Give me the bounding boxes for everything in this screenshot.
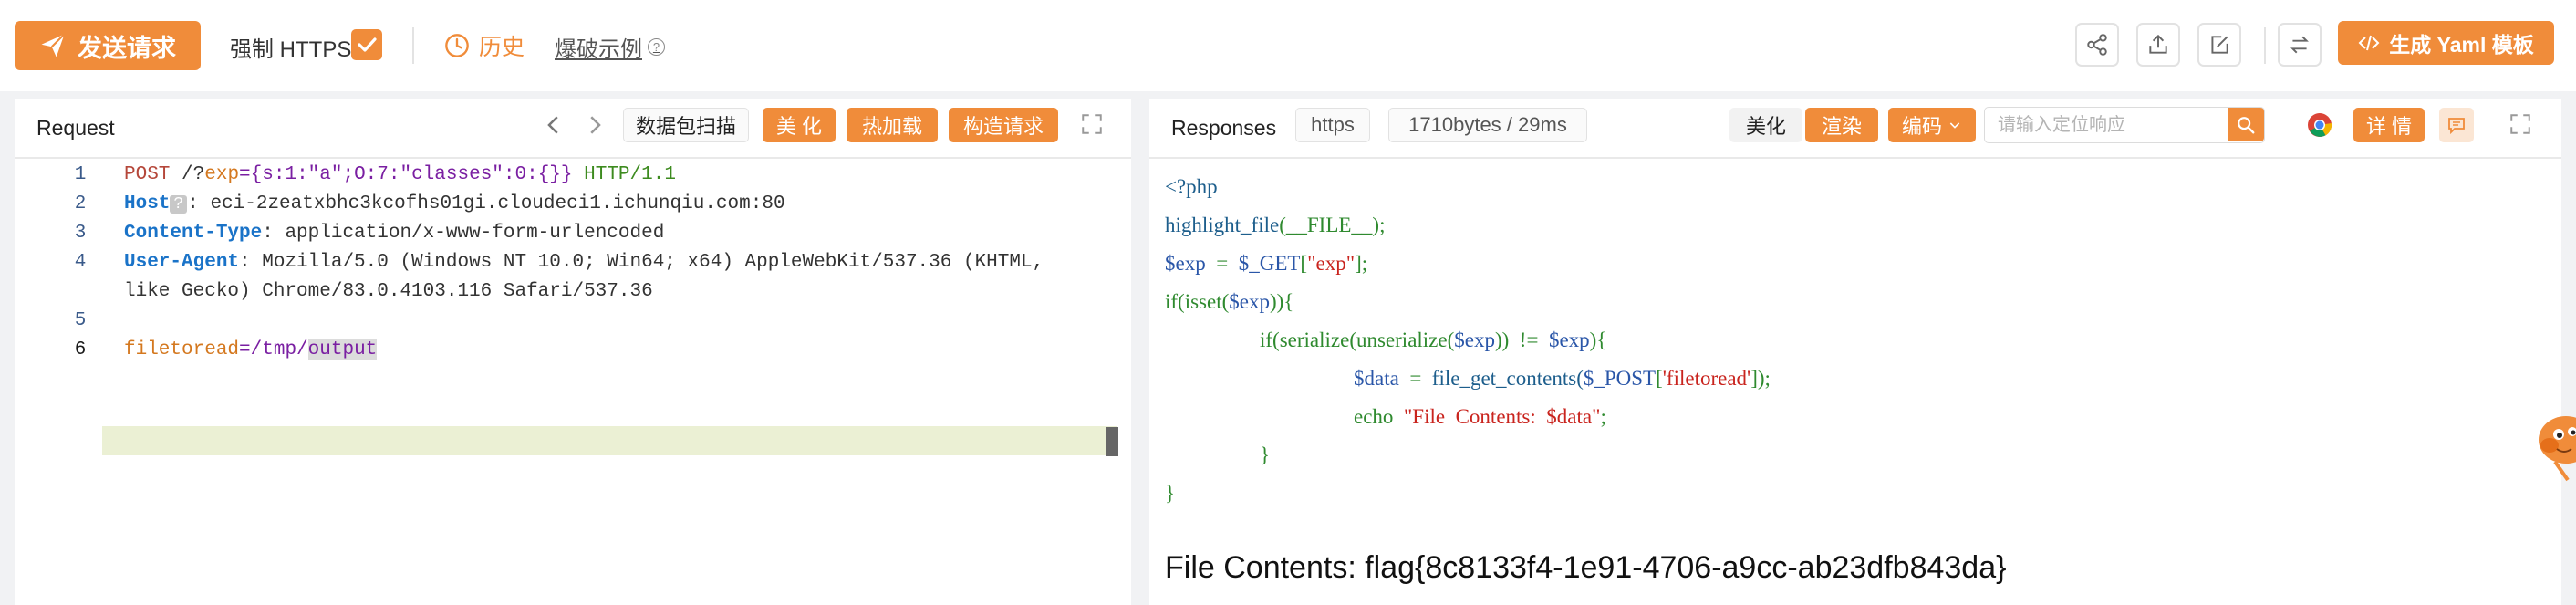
- export-icon: [2149, 34, 2167, 54]
- send-request-button[interactable]: 发送请求: [15, 21, 201, 70]
- render-label: 渲染: [1821, 115, 1862, 138]
- header-line: Content-Type: application/x-www-form-url…: [124, 223, 665, 244]
- request-line: POST /?exp={s:1:"a";O:7:"classes":0:{}} …: [124, 164, 676, 185]
- line-number: 6: [74, 339, 87, 360]
- clock-icon: [445, 34, 469, 57]
- php-line: }: [1165, 482, 1176, 505]
- edit-icon: [2211, 36, 2228, 54]
- generate-yaml-label: 生成 Yaml 模板: [2389, 33, 2534, 57]
- generate-yaml-button[interactable]: 生成 Yaml 模板: [2338, 21, 2554, 65]
- php-line: echo "File Contents: $data";: [1354, 405, 1606, 428]
- history-button[interactable]: 历史: [444, 29, 525, 62]
- beautify-response-button[interactable]: 美化: [1729, 108, 1802, 142]
- php-line: $exp = $_GET["exp"];: [1165, 252, 1368, 275]
- line-number: 4: [74, 252, 87, 273]
- export-button[interactable]: [2136, 23, 2180, 67]
- details-label: 详 情: [2365, 115, 2413, 138]
- line-number: 2: [74, 193, 87, 214]
- selected-text: output: [307, 339, 378, 360]
- share-icon: [2087, 34, 2107, 56]
- code-icon: [2358, 35, 2380, 51]
- php-line: if(isset($exp)){: [1165, 290, 1294, 313]
- request-panel: Request 数据包扫描 美 化 热加载 构造请求 1 POST /?exp=…: [15, 99, 1131, 605]
- chrome-icon[interactable]: [2306, 111, 2333, 139]
- response-output-text: File Contents: flag{8c8133f4-1e91-4706-a…: [1165, 550, 2007, 585]
- edit-button[interactable]: [2197, 23, 2241, 67]
- send-request-label: 发送请求: [78, 34, 176, 62]
- check-icon: [358, 37, 377, 52]
- hot-load-label: 热加载: [861, 115, 922, 138]
- blast-example-link[interactable]: 爆破示例 ?: [555, 31, 665, 63]
- beautify-button[interactable]: 美 化: [763, 108, 836, 142]
- response-header: Responses https 1710bytes / 29ms 美化 渲染 编…: [1149, 99, 2561, 159]
- line-number: 1: [74, 164, 87, 185]
- php-line: if(serialize(unserialize($exp)) != $exp)…: [1260, 329, 1607, 351]
- encode-label: 编码: [1901, 115, 1942, 138]
- expand-icon[interactable]: [1080, 112, 1104, 136]
- beautify-response-label: 美化: [1745, 115, 1786, 138]
- help-icon[interactable]: ?: [648, 38, 665, 56]
- toolbar-divider: [2264, 27, 2266, 64]
- editor-scrollbar[interactable]: [1106, 427, 1118, 456]
- render-button[interactable]: 渲染: [1805, 108, 1878, 142]
- mascot-icon[interactable]: [2522, 402, 2576, 484]
- chevron-right-icon[interactable]: [581, 111, 608, 139]
- comment-icon: [2448, 118, 2465, 135]
- top-toolbar: 发送请求 强制 HTTPS 历史 爆破示例 ? 生成 Yaml 模板: [0, 0, 2576, 91]
- force-https-label: 强制 HTTPS: [230, 37, 352, 62]
- beautify-label: 美 化: [775, 115, 823, 138]
- request-header: Request 数据包扫描 美 化 热加载 构造请求: [15, 99, 1131, 159]
- line-number: 3: [74, 223, 87, 244]
- swap-button[interactable]: [2278, 23, 2322, 67]
- header-line: User-Agent: Mozilla/5.0 (Windows NT 10.0…: [124, 252, 1044, 273]
- hot-load-button[interactable]: 热加载: [847, 108, 938, 142]
- share-button[interactable]: [2075, 23, 2119, 67]
- locate-response-field[interactable]: [1984, 107, 2265, 143]
- header-line: Host?: eci-2zeatxbhc3kcofhs01gi.cloudeci…: [124, 193, 785, 214]
- protocol-tag: https: [1295, 108, 1370, 142]
- toolbar-divider: [412, 27, 414, 64]
- packet-scan-button[interactable]: 数据包扫描: [623, 108, 749, 142]
- request-title: Request: [36, 116, 115, 140]
- chevron-left-icon[interactable]: [540, 111, 567, 139]
- construct-request-button[interactable]: 构造请求: [949, 108, 1058, 142]
- packet-scan-label: 数据包扫描: [635, 115, 736, 138]
- details-button[interactable]: 详 情: [2353, 108, 2425, 142]
- body-line: filetoread=/tmp/output: [124, 339, 378, 360]
- info-badge[interactable]: ?: [170, 195, 188, 214]
- response-title: Responses: [1171, 116, 1277, 140]
- locate-search-button[interactable]: [2228, 108, 2264, 141]
- php-line: }: [1260, 443, 1271, 466]
- send-icon: [41, 33, 66, 57]
- blast-example-label: 爆破示例: [555, 37, 642, 62]
- current-line-highlight: [102, 426, 1117, 455]
- php-line: $data = file_get_contents($_POST['fileto…: [1354, 367, 1771, 390]
- php-line: highlight_file(__FILE__);: [1165, 214, 1386, 236]
- chevron-down-icon: [1949, 122, 1960, 129]
- comment-button[interactable]: [2439, 108, 2474, 142]
- header-line-wrap: like Gecko) Chrome/83.0.4103.116 Safari/…: [124, 281, 653, 302]
- locate-response-input[interactable]: [1985, 108, 2246, 142]
- construct-request-label: 构造请求: [962, 115, 1044, 138]
- encode-dropdown[interactable]: 编码: [1888, 108, 1976, 142]
- swap-icon: [2290, 36, 2309, 54]
- response-meta: 1710bytes / 29ms: [1388, 108, 1587, 142]
- request-editor[interactable]: 1 POST /?exp={s:1:"a";O:7:"classes":0:{}…: [15, 159, 1131, 605]
- line-number: 5: [74, 310, 87, 331]
- force-https-checkbox[interactable]: [351, 29, 382, 60]
- response-panel: Responses https 1710bytes / 29ms 美化 渲染 编…: [1149, 99, 2561, 605]
- expand-icon[interactable]: [2508, 112, 2532, 136]
- history-label: 历史: [479, 35, 525, 60]
- php-line: <?php: [1165, 175, 1218, 198]
- search-icon: [2238, 116, 2255, 133]
